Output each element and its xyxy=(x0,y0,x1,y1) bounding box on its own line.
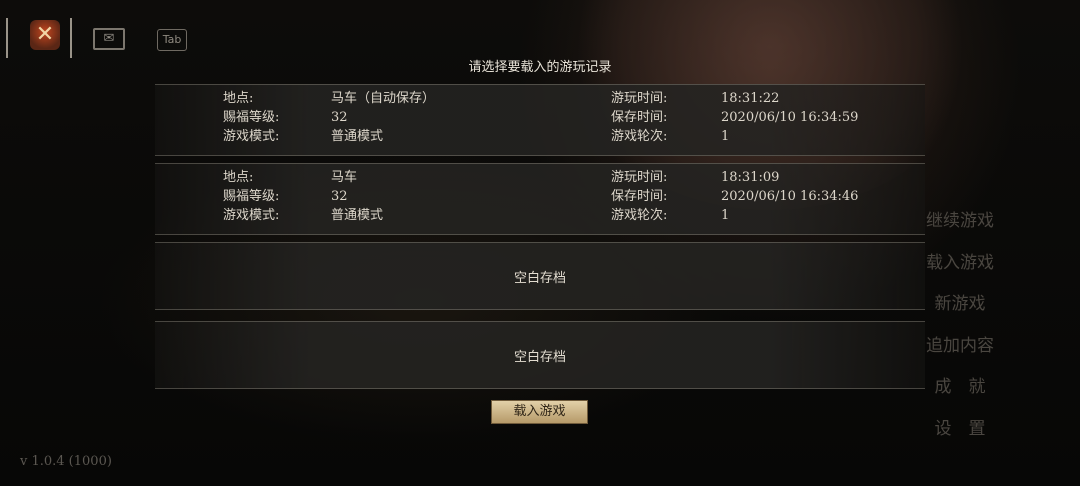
save-slot-1[interactable]: 地点: 马车（自动保存） 游玩时间: 18:31:22 赐福等级: 32 保存时… xyxy=(155,84,925,156)
mode-label: 游戏模式: xyxy=(223,208,280,223)
mode-value: 普通模式 xyxy=(331,129,384,144)
round-label: 游戏轮次: xyxy=(611,208,668,223)
menu-achievements[interactable]: 成 就 xyxy=(900,372,1020,397)
save-slot-2[interactable]: 地点: 马车 游玩时间: 18:31:09 赐福等级: 32 保存时间: 202… xyxy=(155,163,925,235)
mode-label: 游戏模式: xyxy=(223,129,280,144)
playtime-label: 游玩时间: xyxy=(611,170,668,185)
menu-new-game[interactable]: 新游戏 xyxy=(900,289,1020,314)
savetime-label: 保存时间: xyxy=(611,189,668,204)
round-value: 1 xyxy=(721,129,730,144)
savetime-value: 2020/06/10 16:34:59 xyxy=(721,110,859,125)
letter-icon[interactable]: ✉ xyxy=(93,28,125,50)
level-value: 32 xyxy=(331,110,348,125)
savetime-label: 保存时间: xyxy=(611,110,668,125)
round-label: 游戏轮次: xyxy=(611,129,668,144)
level-label: 赐福等级: xyxy=(223,189,280,204)
playtime-label: 游玩时间: xyxy=(611,91,668,106)
playtime-value: 18:31:22 xyxy=(721,91,780,106)
tab-key-icon[interactable]: Tab xyxy=(157,29,187,51)
load-game-button[interactable]: 载入游戏 xyxy=(491,400,588,424)
top-divider xyxy=(70,18,72,58)
level-label: 赐福等级: xyxy=(223,110,280,125)
menu-settings[interactable]: 设 置 xyxy=(900,414,1020,439)
top-divider xyxy=(6,18,8,58)
savetime-value: 2020/06/10 16:34:46 xyxy=(721,189,859,204)
menu-dlc[interactable]: 追加内容 xyxy=(900,331,1020,356)
location-value: 马车 xyxy=(331,170,358,185)
menu-load-game[interactable]: 载入游戏 xyxy=(900,248,1020,273)
playtime-value: 18:31:09 xyxy=(721,170,780,185)
empty-slot-label: 空白存档 xyxy=(513,271,566,286)
location-label: 地点: xyxy=(223,91,254,106)
location-label: 地点: xyxy=(223,170,254,185)
level-value: 32 xyxy=(331,189,348,204)
menu-continue[interactable]: 继续游戏 xyxy=(900,206,1020,231)
dialog-title: 请选择要载入的游玩记录 xyxy=(468,60,612,75)
version-label: v 1.0.4 (1000) xyxy=(20,454,112,469)
round-value: 1 xyxy=(721,208,730,223)
empty-slot-4[interactable]: 空白存档 xyxy=(155,321,925,389)
mode-value: 普通模式 xyxy=(331,208,384,223)
empty-slot-3[interactable]: 空白存档 xyxy=(155,242,925,310)
bell-crossed-icon[interactable]: ✕ xyxy=(30,20,60,50)
location-value: 马车（自动保存） xyxy=(331,91,436,106)
empty-slot-label: 空白存档 xyxy=(513,350,566,365)
